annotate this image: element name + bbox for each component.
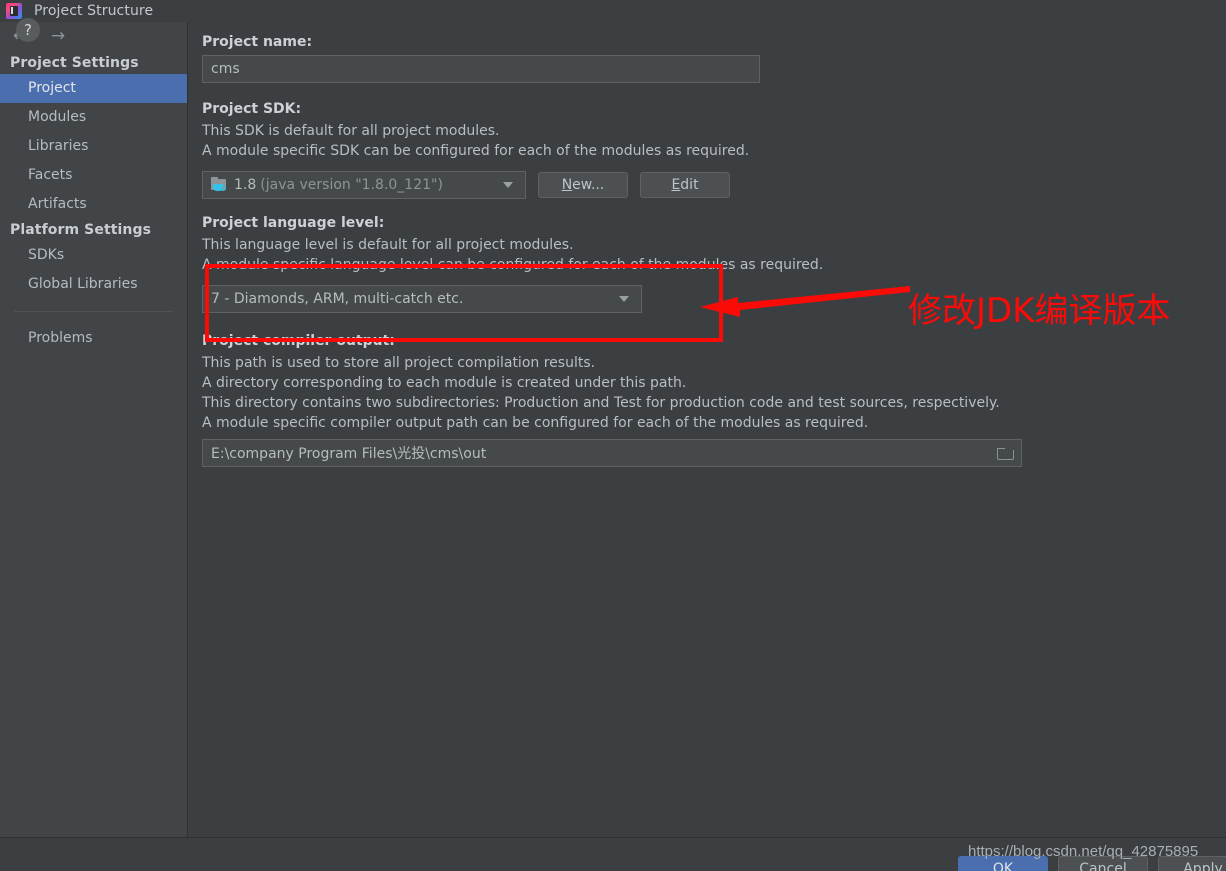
new-button-mnemonic: N [561,177,573,193]
sidebar-item-artifacts[interactable]: Artifacts [0,190,187,219]
language-level-desc-2: A module specific language level can be … [202,257,824,273]
project-sdk-desc-1: This SDK is default for all project modu… [202,123,500,139]
sidebar: ← → Project Settings Project Modules Lib… [0,22,188,837]
compiler-output-desc-4: A module specific compiler output path c… [202,415,869,431]
project-sdk-desc-2: A module specific SDK can be configured … [202,143,750,159]
java-sdk-folder-icon [211,177,227,192]
watermark-text: https://blog.csdn.net/qq_42875895 [968,843,1199,860]
language-level-desc-1: This language level is default for all p… [202,237,574,253]
title-bar: Project Structure [0,0,1226,22]
edit-button-mnemonic: E [671,177,681,193]
project-name-label: Project name: [202,34,313,50]
sidebar-divider [14,311,173,312]
sidebar-group-project-settings: Project Settings [10,55,139,71]
new-button-rest: ew... [572,177,605,193]
main-panel: Project name: cms Project SDK: This SDK … [188,22,1226,837]
edit-button-rest: dit [680,177,699,193]
folder-browse-icon[interactable] [997,447,1014,460]
annotation-text: 修改JDK编译版本 [908,291,1171,331]
compiler-output-desc-1: This path is used to store all project c… [202,355,596,371]
sidebar-group-platform-settings: Platform Settings [10,222,152,238]
sidebar-item-facets[interactable]: Facets [0,161,187,190]
sidebar-item-problems[interactable]: Problems [0,324,187,353]
chevron-down-icon [619,296,629,302]
project-name-value: cms [211,61,240,77]
sidebar-item-project[interactable]: Project [0,74,187,103]
chevron-down-icon [503,182,513,188]
edit-sdk-button[interactable]: Edit [640,172,730,198]
compiler-output-label: Project compiler output: [202,333,395,349]
language-level-dropdown[interactable]: 7 - Diamonds, ARM, multi-catch etc. [202,285,642,313]
arrow-right-icon[interactable]: → [48,27,68,47]
project-sdk-version: 1.8 [234,177,257,193]
sidebar-item-modules[interactable]: Modules [0,103,187,132]
project-sdk-row: 1.8 (java version "1.8.0_121") New... Ed… [202,171,1226,199]
project-sdk-detail: (java version "1.8.0_121") [260,177,443,193]
compiler-output-path-input[interactable]: E:\company Program Files\光投\cms\out [202,439,1022,467]
project-sdk-dropdown[interactable]: 1.8 (java version "1.8.0_121") [202,171,526,199]
window-title: Project Structure [34,3,154,19]
language-level-value: 7 - Diamonds, ARM, multi-catch etc. [211,291,464,307]
project-name-input[interactable]: cms [202,55,760,83]
sidebar-item-global-libraries[interactable]: Global Libraries [0,270,187,299]
language-level-label: Project language level: [202,215,385,231]
new-sdk-button[interactable]: New... [538,172,628,198]
project-sdk-label: Project SDK: [202,101,302,117]
question-mark-icon[interactable]: ? [16,18,40,42]
compiler-output-desc-2: A directory corresponding to each module… [202,375,687,391]
compiler-output-path-value: E:\company Program Files\光投\cms\out [211,446,487,462]
intellij-idea-icon [6,3,22,19]
sidebar-item-sdks[interactable]: SDKs [0,241,187,270]
project-structure-dialog: Project Structure ← → Project Settings P… [0,0,1226,871]
sidebar-item-libraries[interactable]: Libraries [0,132,187,161]
compiler-output-desc-3: This directory contains two subdirectori… [202,395,1000,411]
